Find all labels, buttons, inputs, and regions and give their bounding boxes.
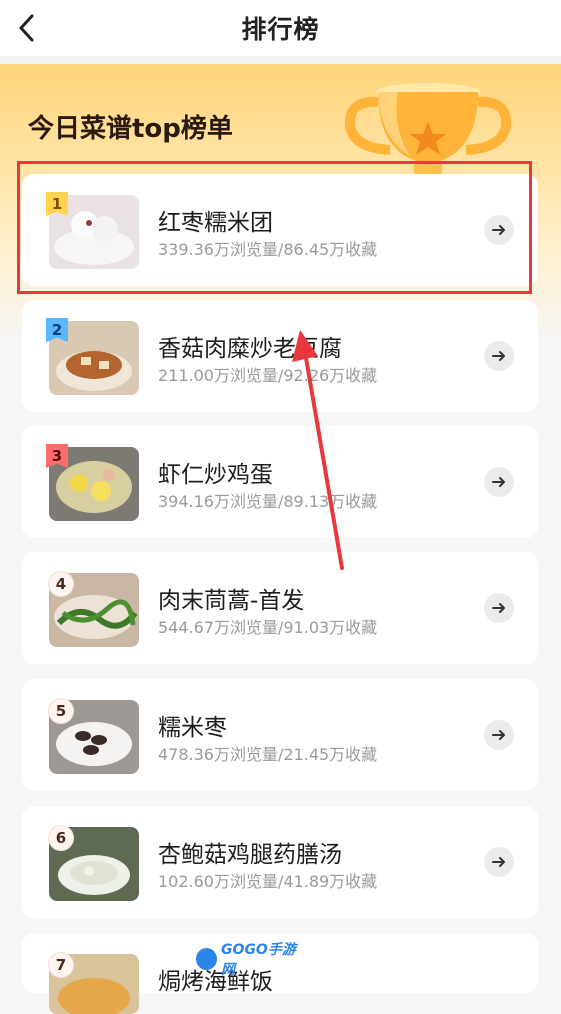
- watermark-text: GOGO手游网: [221, 942, 296, 978]
- recipe-stats: 544.67万浏览量/91.03万收藏: [158, 618, 378, 637]
- go-button[interactable]: [484, 720, 514, 750]
- recipe-name: 杏鲍菇鸡腿药膳汤: [158, 842, 342, 868]
- page-title: 排行榜: [241, 15, 320, 44]
- arrow-right-icon: [492, 477, 505, 487]
- arrow-right-icon: [492, 225, 505, 235]
- recipe-name: 肉末茼蒿-首发: [158, 588, 305, 614]
- go-button[interactable]: [484, 341, 514, 371]
- go-button[interactable]: [484, 847, 514, 877]
- recipe-name: 红枣糯米团: [158, 210, 273, 236]
- recipe-stats: 394.16万浏览量/89.13万收藏: [158, 492, 378, 511]
- divider: [0, 56, 561, 64]
- recipe-stats: 102.60万浏览量/41.89万收藏: [158, 872, 378, 891]
- arrow-right-icon: [492, 730, 505, 740]
- list-item[interactable]: 6 杏鲍菇鸡腿药膳汤 102.60万浏览量/41.89万收藏: [22, 806, 538, 918]
- recipe-name: 香菇肉糜炒老豆腐: [158, 336, 342, 362]
- recipe-stats: 211.00万浏览量/92.26万收藏: [158, 366, 378, 385]
- list-item[interactable]: 5 糯米枣 478.36万浏览量/21.45万收藏: [22, 679, 538, 791]
- recipe-name: 虾仁炒鸡蛋: [158, 462, 273, 488]
- list-item[interactable]: 2 香菇肉糜炒老豆腐 211.00万浏览量/92.26万收藏: [22, 300, 538, 412]
- recipe-stats: 478.36万浏览量/21.45万收藏: [158, 745, 378, 764]
- back-button[interactable]: [14, 12, 40, 44]
- arrow-right-icon: [492, 857, 505, 867]
- recipe-stats: 339.36万浏览量/86.45万收藏: [158, 240, 378, 259]
- list-item[interactable]: 3 虾仁炒鸡蛋 394.16万浏览量/89.13万收藏: [22, 426, 538, 538]
- arrow-right-icon: [492, 351, 505, 361]
- list-item[interactable]: 1 红枣糯米团 339.36万浏览量/86.45万收藏: [22, 174, 538, 286]
- list-item[interactable]: 4 肉末茼蒿-首发 544.67万浏览量/91.03万收藏: [22, 552, 538, 664]
- hero-title: 今日菜谱top榜单: [28, 114, 233, 144]
- go-button[interactable]: [484, 215, 514, 245]
- watermark-logo-icon: [196, 948, 218, 970]
- trophy-icon: [344, 83, 512, 178]
- go-button[interactable]: [484, 467, 514, 497]
- watermark: GOGO手游网: [196, 942, 306, 978]
- rank-badge: 7: [48, 952, 74, 978]
- arrow-right-icon: [492, 603, 505, 613]
- rank-badge: 5: [48, 698, 74, 724]
- recipe-name: 糯米枣: [158, 715, 227, 741]
- rank-badge: 6: [48, 825, 74, 851]
- top-bar: 排行榜: [0, 0, 561, 56]
- chevron-left-icon: [19, 14, 34, 42]
- rank-badge: 4: [48, 571, 74, 597]
- go-button[interactable]: [484, 593, 514, 623]
